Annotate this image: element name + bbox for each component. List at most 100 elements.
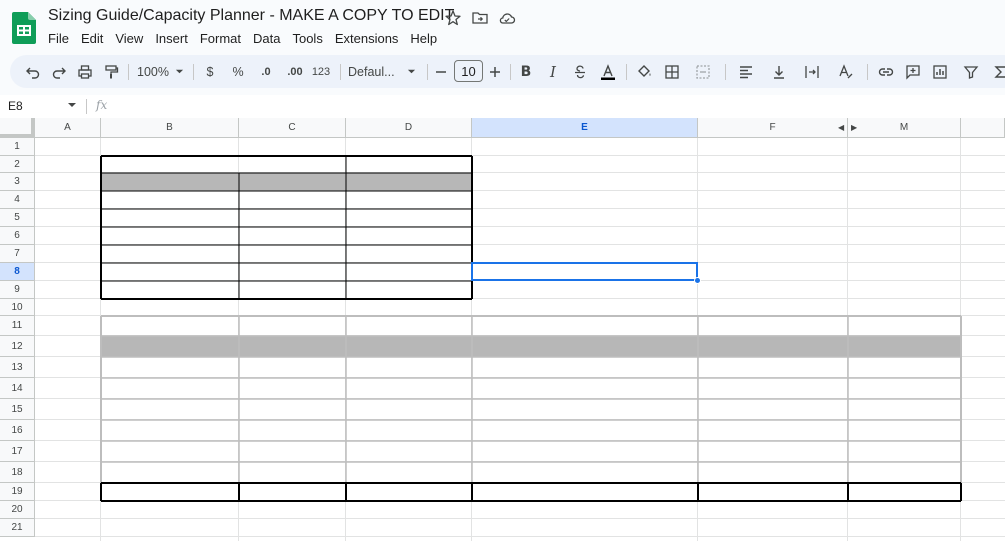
capacity-table-cell[interactable] xyxy=(472,420,698,441)
menu-edit[interactable]: Edit xyxy=(75,29,109,48)
menu-file[interactable]: File xyxy=(42,29,75,48)
capacity-total-cell[interactable] xyxy=(101,483,239,501)
menu-insert[interactable]: Insert xyxy=(149,29,194,48)
vertical-align-icon[interactable] xyxy=(764,55,794,88)
hidden-columns-right-arrow-icon[interactable]: ▶ xyxy=(851,123,857,132)
redo-icon[interactable] xyxy=(48,55,70,88)
row-header-6[interactable]: 6 xyxy=(0,227,35,245)
row-header-9[interactable]: 9 xyxy=(0,281,35,299)
size-table-cell[interactable] xyxy=(101,227,239,245)
row-header-2[interactable]: 2 xyxy=(0,156,35,173)
size-table-cell[interactable] xyxy=(239,191,346,209)
row-header-8[interactable]: 8 xyxy=(0,263,35,281)
italic-icon[interactable]: I xyxy=(543,55,563,88)
star-icon[interactable] xyxy=(444,9,462,27)
capacity-table-cell[interactable] xyxy=(472,378,698,399)
row-header-16[interactable]: 16 xyxy=(0,420,35,441)
more-formats-button[interactable]: 123 xyxy=(310,55,332,88)
column-header-d[interactable]: D xyxy=(346,118,472,138)
decrease-decimal-button[interactable]: .0 xyxy=(254,55,278,88)
capacity-total-cell[interactable] xyxy=(698,483,848,501)
menu-extensions[interactable]: Extensions xyxy=(329,29,405,48)
size-table-cell[interactable] xyxy=(101,209,239,227)
select-all-corner[interactable] xyxy=(0,118,35,138)
row-header-10[interactable]: 10 xyxy=(0,299,35,316)
size-table-cell[interactable] xyxy=(346,209,472,227)
bold-icon[interactable]: B xyxy=(516,55,536,88)
size-table-cell[interactable] xyxy=(101,281,239,299)
paint-format-icon[interactable] xyxy=(100,55,122,88)
capacity-table-cell[interactable] xyxy=(239,399,346,420)
strikethrough-icon[interactable] xyxy=(570,55,590,88)
capacity-table-cell[interactable] xyxy=(346,357,472,378)
selected-cell-e8[interactable] xyxy=(471,262,698,281)
row-header-7[interactable]: 7 xyxy=(0,245,35,263)
font-size-input[interactable]: 10 xyxy=(454,60,483,82)
menu-data[interactable]: Data xyxy=(247,29,286,48)
capacity-total-cell[interactable] xyxy=(472,483,698,501)
font-caret-icon[interactable] xyxy=(407,67,416,76)
capacity-table-cell[interactable] xyxy=(848,441,961,462)
column-header-b[interactable]: B xyxy=(101,118,239,138)
capacity-table-cell[interactable] xyxy=(848,378,961,399)
row-header-12[interactable]: 12 xyxy=(0,336,35,357)
row-header-20[interactable]: 20 xyxy=(0,501,35,519)
row-header-19[interactable]: 19 xyxy=(0,483,35,501)
horizontal-align-icon[interactable] xyxy=(731,55,761,88)
row-header-5[interactable]: 5 xyxy=(0,209,35,227)
zoom-select[interactable]: 100% xyxy=(133,55,173,88)
menu-view[interactable]: View xyxy=(109,29,149,48)
capacity-table-cell[interactable] xyxy=(101,462,239,483)
size-table-cell[interactable] xyxy=(346,245,472,263)
capacity-table-cell[interactable] xyxy=(239,441,346,462)
borders-icon[interactable] xyxy=(661,55,683,88)
merge-cells-icon[interactable] xyxy=(688,55,718,88)
column-header-c[interactable]: C xyxy=(239,118,346,138)
size-table-cell[interactable] xyxy=(101,191,239,209)
capacity-table-cell[interactable] xyxy=(346,441,472,462)
capacity-table-cell[interactable] xyxy=(472,357,698,378)
spreadsheet-grid[interactable]: A B C D E F M ◀ ▶ 1 2 3 4 5 6 7 8 9 10 11 12 13 14 15 16 17 18 19 20… xyxy=(0,118,1005,541)
font-family-select[interactable]: Defaul... xyxy=(348,55,414,88)
capacity-table-cell[interactable] xyxy=(239,420,346,441)
size-table-cell[interactable] xyxy=(101,263,239,281)
capacity-table-cell[interactable] xyxy=(472,462,698,483)
filter-icon[interactable] xyxy=(957,55,985,88)
capacity-table-cell[interactable] xyxy=(472,441,698,462)
column-header-f[interactable]: F xyxy=(698,118,848,138)
capacity-table-cell[interactable] xyxy=(698,441,848,462)
column-header-a[interactable]: A xyxy=(35,118,101,138)
row-header-18[interactable]: 18 xyxy=(0,462,35,483)
hidden-columns-left-arrow-icon[interactable]: ◀ xyxy=(838,123,844,132)
capacity-total-cell[interactable] xyxy=(239,483,346,501)
insert-link-icon[interactable] xyxy=(875,55,897,88)
capacity-table-cell[interactable] xyxy=(101,378,239,399)
font-size-decrease-icon[interactable] xyxy=(433,55,449,88)
size-table-cell[interactable] xyxy=(346,281,472,299)
move-folder-icon[interactable] xyxy=(471,9,489,27)
row-header-21[interactable]: 21 xyxy=(0,519,35,537)
cloud-status-icon[interactable] xyxy=(498,9,516,27)
size-table-cell[interactable] xyxy=(239,227,346,245)
row-header-11[interactable]: 11 xyxy=(0,316,35,336)
percent-format-button[interactable]: % xyxy=(228,55,248,88)
size-table-cell[interactable] xyxy=(239,263,346,281)
capacity-total-cell[interactable] xyxy=(848,483,961,501)
row-header-4[interactable]: 4 xyxy=(0,191,35,209)
currency-format-button[interactable]: $ xyxy=(200,55,220,88)
size-table-cell[interactable] xyxy=(101,245,239,263)
size-table-cell[interactable] xyxy=(346,227,472,245)
menu-tools[interactable]: Tools xyxy=(286,29,328,48)
row-header-3[interactable]: 3 xyxy=(0,173,35,191)
capacity-table-cell[interactable] xyxy=(239,378,346,399)
capacity-table-cell[interactable] xyxy=(848,399,961,420)
capacity-table-cell[interactable] xyxy=(346,378,472,399)
column-header-e[interactable]: E xyxy=(472,118,698,138)
capacity-table-cell[interactable] xyxy=(472,399,698,420)
capacity-table-cell[interactable] xyxy=(698,399,848,420)
zoom-caret-icon[interactable] xyxy=(175,67,184,76)
capacity-table-cell[interactable] xyxy=(101,399,239,420)
insert-chart-icon[interactable] xyxy=(929,55,951,88)
size-table-cell[interactable] xyxy=(346,191,472,209)
undo-icon[interactable] xyxy=(22,55,44,88)
